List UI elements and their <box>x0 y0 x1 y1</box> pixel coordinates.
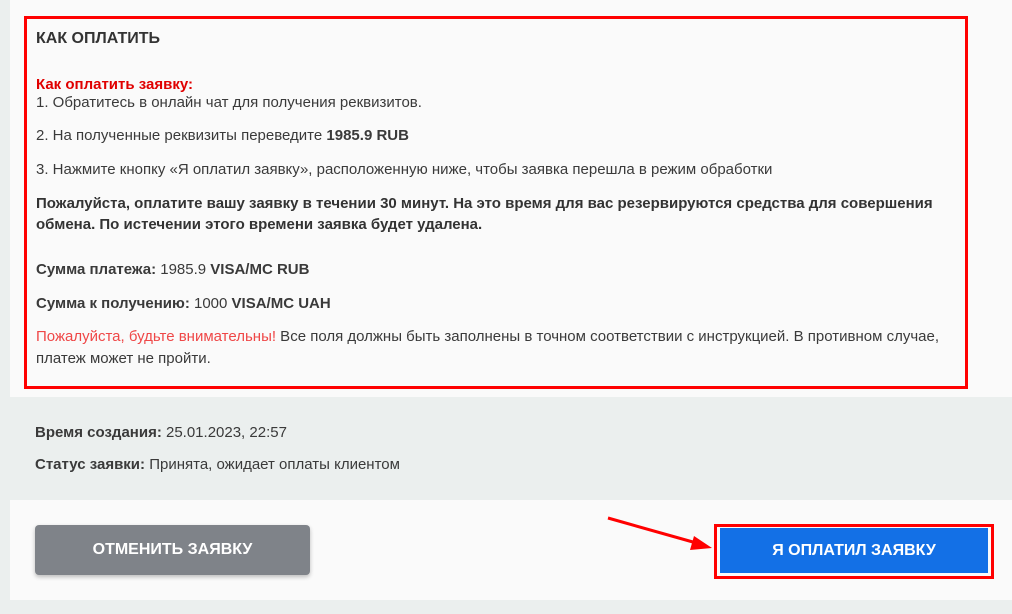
instructions-content: КАК ОПЛАТИТЬ Как оплатить заявку: 1. Обр… <box>36 28 953 370</box>
created-time-label: Время создания: <box>35 424 162 441</box>
payment-amount-label: Сумма платежа: <box>36 261 157 278</box>
order-status-row: Статус заявки: Принята, ожидает оплаты к… <box>35 456 400 474</box>
time-limit-warning: Пожалуйста, оплатите вашу заявку в течен… <box>36 195 933 233</box>
created-time-row: Время создания: 25.01.2023, 22:57 <box>35 424 287 442</box>
step-2-amount: 1985.9 RUB <box>326 127 409 144</box>
confirm-payment-button[interactable]: Я ОПЛАТИЛ ЗАЯВКУ <box>720 528 988 573</box>
step-3: 3. Нажмите кнопку «Я оплатил заявку», ра… <box>36 161 773 178</box>
cancel-order-button[interactable]: ОТМЕНИТЬ ЗАЯВКУ <box>35 525 310 575</box>
instructions-subtitle: Как оплатить заявку: <box>36 76 193 93</box>
red-arrow-icon <box>607 516 712 550</box>
receive-amount-value: 1000 <box>194 295 228 312</box>
instructions-title: КАК ОПЛАТИТЬ <box>36 30 161 47</box>
step-2: 2. На полученные реквизиты переведите 19… <box>36 127 953 145</box>
order-status-value: Принята, ожидает оплаты клиентом <box>149 456 400 473</box>
step-1: 1. Обратитесь в онлайн чат для получения… <box>36 94 422 111</box>
receive-amount-label: Сумма к получению: <box>36 295 190 312</box>
receive-amount-row: Сумма к получению: 1000 VISA/MC UAH <box>36 295 953 313</box>
payment-amount-value: 1985.9 <box>160 261 207 278</box>
created-time-value: 25.01.2023, 22:57 <box>165 424 287 441</box>
payment-amount-row: Сумма платежа: 1985.9 VISA/MC RUB <box>36 261 953 279</box>
order-status-label: Статус заявки: <box>35 456 146 473</box>
attention-notice-red: Пожалуйста, будьте внимательны! <box>36 328 277 345</box>
step-2-text: 2. На полученные реквизиты переведите <box>36 127 327 144</box>
receive-amount-currency: VISA/MC UAH <box>231 295 331 312</box>
instructions-highlight-frame: КАК ОПЛАТИТЬ Как оплатить заявку: 1. Обр… <box>24 16 968 389</box>
attention-notice: Пожалуйста, будьте внимательны! Все поля… <box>36 326 953 370</box>
payment-amount-currency: VISA/MC RUB <box>210 261 310 278</box>
